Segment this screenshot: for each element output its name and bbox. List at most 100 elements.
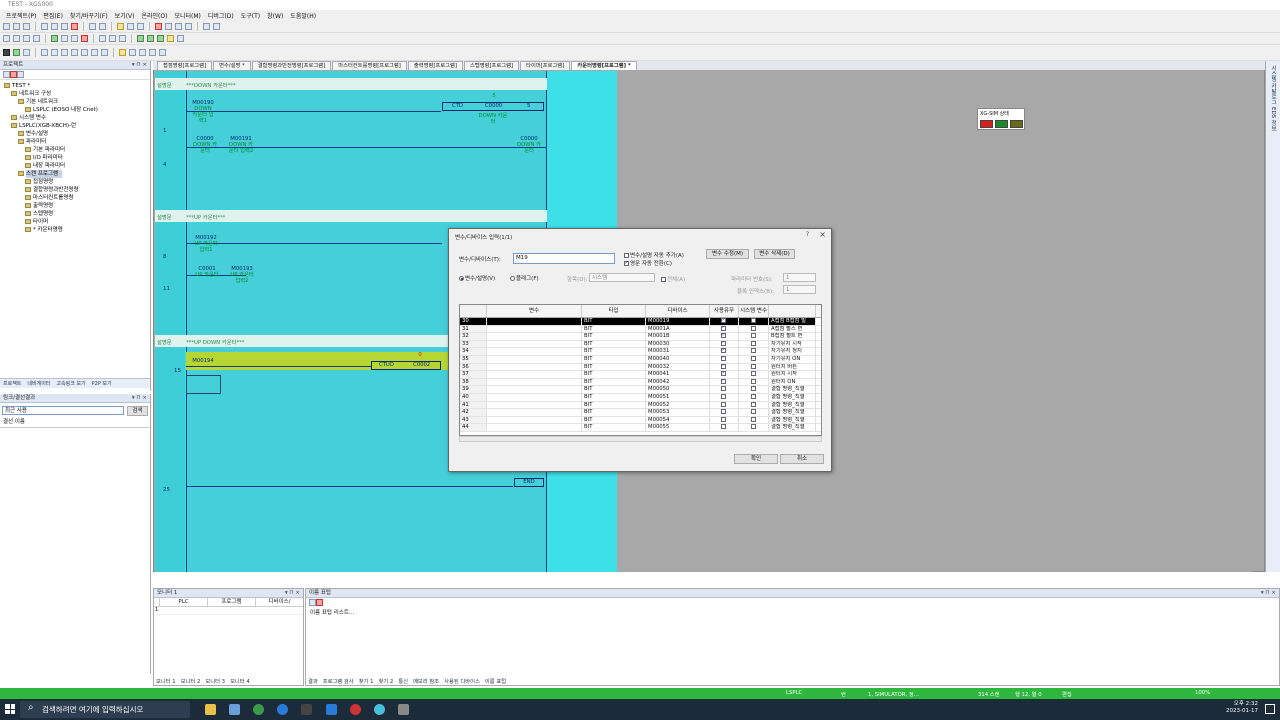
column-header[interactable] xyxy=(460,305,487,317)
function-icon[interactable] xyxy=(167,35,174,42)
param-number-input[interactable]: 1 xyxy=(783,273,816,282)
search-app-icon[interactable] xyxy=(374,704,385,715)
tree-item[interactable]: 기본 네트워크 xyxy=(2,98,150,106)
contact-c0000[interactable]: C0000 DOWN 카운터 xyxy=(192,136,218,154)
block-index-input[interactable]: 1 xyxy=(783,285,816,294)
zoom-out-icon[interactable] xyxy=(175,23,182,30)
reset-icon[interactable] xyxy=(101,49,108,56)
table-row[interactable]: 36 BITM00032 원터치 버튼 xyxy=(460,363,821,372)
panel-tab[interactable]: 네비게이터 xyxy=(27,380,50,387)
esc-icon[interactable] xyxy=(119,49,126,56)
menu-item[interactable]: 도구(T) xyxy=(241,11,260,20)
vertical-line-icon[interactable] xyxy=(139,49,146,56)
tree-item[interactable]: 접점명령 xyxy=(2,178,150,186)
column-header[interactable] xyxy=(769,305,816,317)
taskbar-search-input[interactable]: 검색하려면 여기에 입력하십시오 xyxy=(20,701,190,718)
zoom-in-icon[interactable] xyxy=(165,23,172,30)
expand-icon[interactable] xyxy=(3,71,10,78)
output-tab[interactable]: 찾기 1 xyxy=(359,677,374,685)
contact-b-icon[interactable] xyxy=(147,35,154,42)
table-row[interactable]: 37 BITM00041 원터치 시작 xyxy=(460,371,821,379)
editor-tab[interactable]: 변수/설명 * xyxy=(213,61,251,70)
simulator-icon[interactable] xyxy=(119,35,126,42)
app-icon[interactable] xyxy=(326,704,337,715)
right-side-panel[interactable]: 시스템 카탈로그 EDS 정보 xyxy=(1265,61,1280,572)
label-icon[interactable] xyxy=(159,49,166,56)
auto-add-checkbox[interactable] xyxy=(624,253,629,258)
falling-edge-icon[interactable] xyxy=(61,49,68,56)
contact-m00190[interactable]: M00190 DOWN 카운터 입력1 xyxy=(192,100,214,124)
step-icon[interactable] xyxy=(71,35,78,42)
ok-button[interactable]: 확인 xyxy=(734,454,778,464)
record-icon[interactable] xyxy=(23,49,30,56)
table-row[interactable]: 31 BITM0001A A접점 펄스 변 xyxy=(460,325,821,334)
monitor-icon[interactable] xyxy=(99,35,106,42)
search-button[interactable]: 검색 xyxy=(127,406,148,416)
menu-item[interactable]: 창(W) xyxy=(267,11,283,20)
contact-m00193[interactable]: M00193 UP 카운터 입력2 xyxy=(228,266,256,284)
recent-select[interactable]: 최근 사용 xyxy=(2,406,124,415)
menu-item[interactable]: 온라인(O) xyxy=(142,11,168,20)
menu-item[interactable]: 프로젝트(P) xyxy=(6,11,36,20)
menu-item[interactable]: 찾기/바꾸기(F) xyxy=(70,11,108,20)
grid-icon[interactable] xyxy=(185,23,192,30)
tree-item[interactable]: 타이머 xyxy=(2,218,150,226)
monitor-tab[interactable]: 모니터 1 xyxy=(156,677,176,685)
flag-radio[interactable] xyxy=(510,276,515,281)
tree-item[interactable]: LSPLC (EOSO 내장 Cnet) xyxy=(2,106,150,114)
cancel-button[interactable]: 취소 xyxy=(780,454,824,464)
editor-tab[interactable]: 접점명령[프로그램] xyxy=(157,61,213,70)
close-icon[interactable]: × xyxy=(819,230,826,239)
table-row[interactable]: 42 BIT M00053 결합 명령_직렬 xyxy=(460,409,821,417)
output-icon[interactable] xyxy=(81,49,88,56)
redo-icon[interactable] xyxy=(99,23,106,30)
line-icon[interactable] xyxy=(177,35,184,42)
output-tab[interactable]: 통신 xyxy=(398,677,408,685)
undo-icon[interactable] xyxy=(89,23,96,30)
arrow-right-icon[interactable] xyxy=(213,23,220,30)
table-row[interactable]: 35 BITM00040 자기유지 ON xyxy=(460,355,821,364)
all-checkbox[interactable] xyxy=(661,277,666,282)
run-icon[interactable] xyxy=(51,35,58,42)
table-row[interactable]: 44 BIT M00055 결합 명령_직렬 xyxy=(460,424,821,432)
rising-edge-icon[interactable] xyxy=(51,49,58,56)
section-comment-2[interactable]: 설명문 ***UP 카운터*** xyxy=(155,210,547,222)
recorder-icon[interactable] xyxy=(350,704,361,715)
replace-icon[interactable] xyxy=(127,23,134,30)
upload-icon[interactable] xyxy=(33,35,40,42)
device-input[interactable]: M19 xyxy=(513,253,615,264)
editor-tab[interactable]: 출력명령[프로그램] xyxy=(407,61,463,70)
horizontal-line-icon[interactable] xyxy=(129,49,136,56)
tree-item[interactable]: 스텝명령 xyxy=(2,210,150,218)
remove-icon[interactable] xyxy=(10,71,17,78)
coil-c0000[interactable]: C0000 DOWN 카운터 xyxy=(515,136,543,154)
tools-icon[interactable] xyxy=(229,704,240,715)
tree-item[interactable]: I/O 파라미터 xyxy=(2,154,150,162)
clear-icon[interactable] xyxy=(316,599,323,606)
menu-item[interactable]: 편집(E) xyxy=(43,11,63,20)
download-icon[interactable] xyxy=(23,35,30,42)
output-tab[interactable]: 메모리 참조 xyxy=(413,677,439,685)
paste-icon[interactable] xyxy=(61,23,68,30)
start-icon[interactable] xyxy=(5,704,15,714)
editor-tab[interactable]: 타이머[프로그램] xyxy=(520,61,571,70)
tree-item[interactable]: 시스템 변수 xyxy=(2,114,150,122)
properties-icon[interactable] xyxy=(17,71,24,78)
tree-item[interactable]: 네트워크 구성 xyxy=(2,90,150,98)
panel-tab[interactable]: 고속링크 보기 xyxy=(56,380,85,387)
modify-variable-button[interactable]: 변수 수정(M) xyxy=(706,249,749,259)
chrome-icon[interactable] xyxy=(253,704,264,715)
ctud-function-box[interactable]: CTUD C0002 xyxy=(371,361,441,370)
panel-pin-icon[interactable]: ▾ ⊓ × xyxy=(285,589,300,598)
contact-c0001[interactable]: C0001 UP 카운터 xyxy=(192,266,222,278)
menu-item[interactable]: 모니터(M) xyxy=(174,11,200,20)
contact-m00194[interactable]: M00194 xyxy=(192,358,214,364)
panel-pin-icon[interactable]: ▾ ⊓ × xyxy=(132,61,147,70)
xg-sim-status[interactable]: XG-SIM 상태 xyxy=(977,108,1025,130)
monitor-stop-icon[interactable] xyxy=(109,35,116,42)
monitor-row[interactable]: 1 xyxy=(154,607,303,615)
panel-close-icon[interactable]: ▾ ⊓ × xyxy=(132,394,147,403)
output-tab[interactable]: 프로그램 검사 xyxy=(323,677,354,685)
edge-icon[interactable] xyxy=(277,704,288,715)
stop-run-icon[interactable] xyxy=(81,35,88,42)
